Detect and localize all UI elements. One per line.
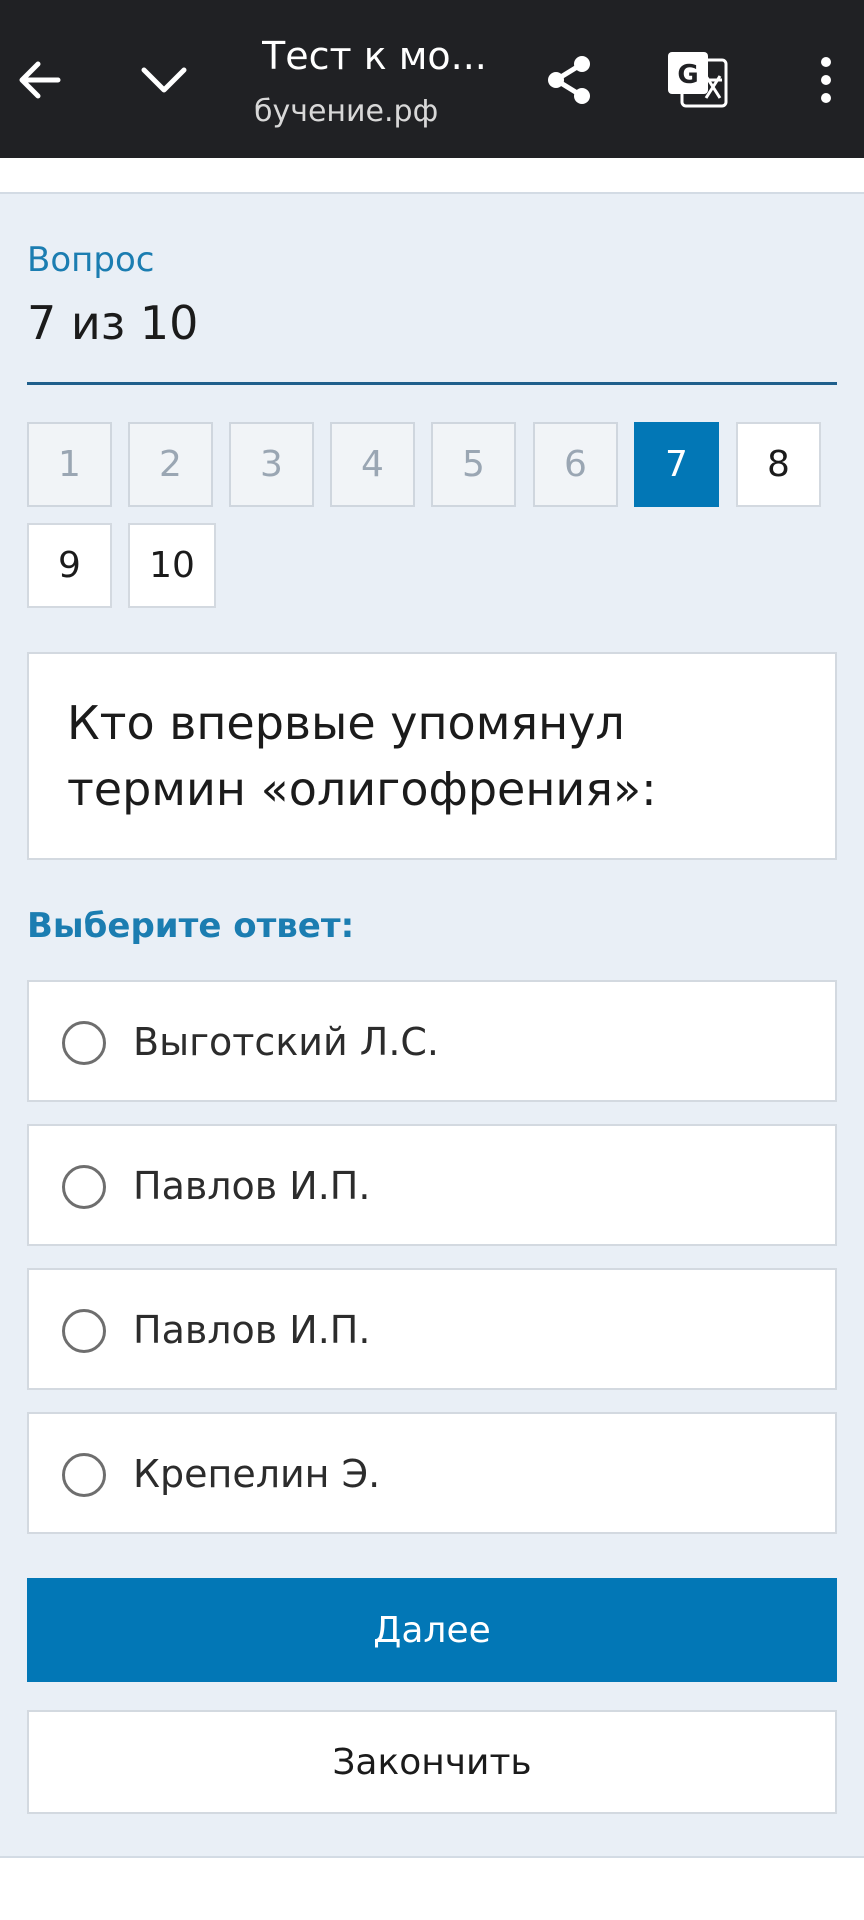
answer-option-label: Выготский Л.С. <box>133 1020 440 1064</box>
radio-button[interactable] <box>62 1309 106 1353</box>
question-nav-item[interactable]: 9 <box>27 523 112 608</box>
answer-option[interactable]: Крепелин Э. <box>27 1412 837 1534</box>
question-nav-item[interactable]: 3 <box>229 422 314 507</box>
svg-text:G: G <box>677 60 698 90</box>
question-nav-item[interactable]: 8 <box>736 422 821 507</box>
arrow-left-icon <box>19 61 61 99</box>
question-nav-item[interactable]: 4 <box>330 422 415 507</box>
answer-option-label: Павлов И.П. <box>133 1164 371 1208</box>
question-nav-item[interactable]: 1 <box>27 422 112 507</box>
radio-button[interactable] <box>62 1453 106 1497</box>
answer-option[interactable]: Выготский Л.С. <box>27 980 837 1102</box>
page-footer-strip <box>0 1856 864 1920</box>
more-menu-button[interactable] <box>786 40 864 120</box>
question-nav-item[interactable]: 10 <box>128 523 216 608</box>
question-counter: 7 из 10 <box>27 296 199 350</box>
browser-toolbar: Тест к мо... бучение.рф G <box>0 0 864 158</box>
answer-option-label: Павлов И.П. <box>133 1308 371 1352</box>
page-header-strip <box>0 158 864 194</box>
collapse-button[interactable] <box>124 40 204 120</box>
answer-prompt: Выберите ответ: <box>27 906 355 946</box>
question-nav-item[interactable]: 6 <box>533 422 618 507</box>
finish-button[interactable]: Закончить <box>27 1710 837 1814</box>
translate-icon: G <box>668 52 728 108</box>
question-nav-item[interactable]: 2 <box>128 422 213 507</box>
answer-option-label: Крепелин Э. <box>133 1452 381 1496</box>
answer-option[interactable]: Павлов И.П. <box>27 1124 837 1246</box>
question-text: Кто впервые упомянул термин «олигофрения… <box>67 696 657 816</box>
page-title[interactable]: Тест к мо... <box>262 34 492 78</box>
question-card: Кто впервые упомянул термин «олигофрения… <box>27 652 837 860</box>
page-url[interactable]: бучение.рф <box>254 94 464 129</box>
answer-option[interactable]: Павлов И.П. <box>27 1268 837 1390</box>
radio-button[interactable] <box>62 1021 106 1065</box>
chevron-down-icon <box>141 67 187 93</box>
question-nav-item[interactable]: 5 <box>431 422 516 507</box>
header-divider <box>27 382 837 385</box>
question-nav-item-current[interactable]: 7 <box>634 422 719 507</box>
next-button[interactable]: Далее <box>27 1578 837 1682</box>
translate-button[interactable]: G <box>658 40 738 120</box>
share-button[interactable] <box>530 40 610 120</box>
question-label: Вопрос <box>27 240 155 280</box>
more-vert-icon <box>821 57 831 103</box>
back-button[interactable] <box>0 40 80 120</box>
radio-button[interactable] <box>62 1165 106 1209</box>
share-icon <box>548 56 590 104</box>
